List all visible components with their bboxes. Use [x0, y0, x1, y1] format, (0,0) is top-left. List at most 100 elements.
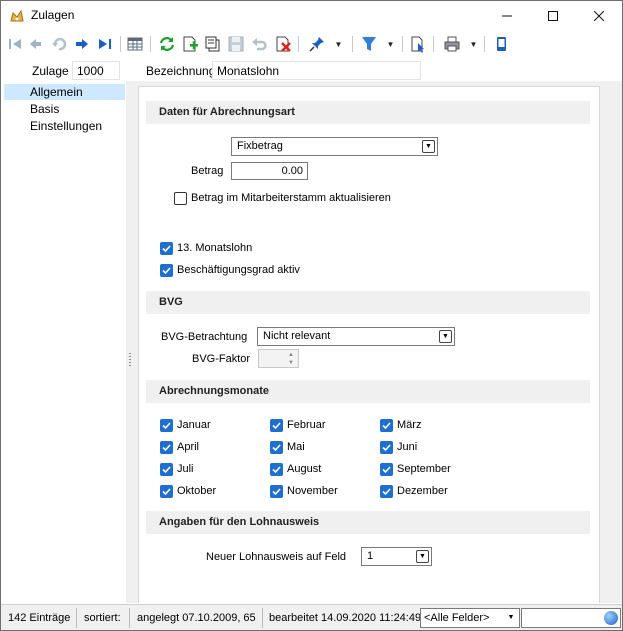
status-edited: bearbeitet 14.09.2020 11:24:49, [269, 612, 420, 624]
print-dropdown-arrow[interactable]: ▼ [469, 34, 478, 54]
window-title: Zulagen [31, 8, 75, 22]
abrechnungsart-select[interactable]: Fixbetrag ▼ [231, 137, 438, 156]
undo-button[interactable] [249, 34, 269, 54]
filter-icon [362, 37, 376, 51]
betrag-label: Betrag [191, 165, 224, 177]
close-button[interactable] [576, 1, 622, 31]
month-checkbox[interactable]: November [270, 483, 338, 499]
status-search-input[interactable] [521, 608, 621, 628]
status-sorted: sortiert: [84, 612, 121, 624]
delete-record-button[interactable] [273, 34, 293, 54]
month-checkbox[interactable]: Dezember [380, 483, 448, 499]
bvg-faktor-spinner[interactable]: ▲ ▼ [258, 349, 299, 368]
checkbox-checked-icon [160, 462, 173, 476]
nav-item-einstellungen[interactable]: Einstellungen [4, 118, 125, 134]
month-label: März [397, 419, 422, 431]
bvg-faktor-label: BVG-Faktor [192, 353, 251, 365]
month-checkbox[interactable]: Februar [270, 417, 326, 433]
checkbox-checked-icon [160, 484, 173, 498]
lohnausweis-feld-value: 1 [367, 550, 374, 562]
vertical-scrollbar[interactable] [602, 81, 622, 603]
last-record-button[interactable] [95, 34, 115, 54]
lohnausweis-feld-label: Neuer Lohnausweis auf Feld [206, 551, 347, 563]
zulage-field[interactable]: 1000 [72, 61, 120, 80]
month-checkbox[interactable]: Mai [270, 439, 305, 455]
bvg-betrachtung-select[interactable]: Nicht relevant ▼ [257, 327, 455, 346]
copy-icon [205, 36, 220, 52]
bvg-betrachtung-label: BVG-Betrachtung [161, 331, 248, 343]
monatslohn13-label: 13. Monatslohn [177, 242, 253, 254]
first-record-button[interactable] [5, 34, 25, 54]
month-label: April [177, 441, 200, 453]
bezeichnung-label: Bezeichnung [146, 64, 216, 78]
beschaeftigungsgrad-label: Beschäftigungsgrad aktiv [177, 264, 300, 276]
save-icon [228, 36, 244, 52]
undo-circle-icon [52, 37, 67, 51]
minimize-icon [502, 15, 512, 17]
month-checkbox[interactable]: August [270, 461, 321, 477]
bezeichnung-field[interactable]: Monatslohn [212, 61, 421, 80]
filter-field-select[interactable]: <Alle Felder> ▼ [420, 608, 520, 628]
toolbar-separator [298, 36, 299, 52]
month-checkbox[interactable]: Juli [160, 461, 194, 477]
splitter[interactable] [126, 81, 134, 603]
month-checkbox[interactable]: März [380, 417, 421, 433]
nav-item-basis[interactable]: Basis [4, 101, 125, 117]
filter-field-value: <Alle Felder> [424, 612, 490, 624]
monatslohn13-checkbox[interactable]: 13. Monatslohn [160, 240, 252, 256]
next-record-button[interactable] [72, 34, 92, 54]
month-checkbox[interactable]: April [160, 439, 199, 455]
document-cursor-icon [411, 36, 424, 53]
spin-up-icon[interactable]: ▲ [285, 351, 297, 359]
minimize-button[interactable] [484, 1, 530, 31]
month-checkbox[interactable]: September [380, 461, 451, 477]
table-icon [127, 37, 143, 51]
checkbox-checked-icon [380, 440, 393, 454]
month-label: Juli [177, 463, 194, 475]
checkbox-checked-icon [270, 462, 283, 476]
month-checkbox[interactable]: Oktober [160, 483, 216, 499]
month-label: November [287, 485, 338, 497]
chevron-down-icon[interactable]: ▼ [505, 612, 517, 624]
chevron-down-icon[interactable]: ▼ [422, 140, 435, 153]
print-button[interactable] [442, 34, 462, 54]
table-view-button[interactable] [125, 34, 145, 54]
chevron-down-icon[interactable]: ▼ [439, 330, 452, 343]
globe-icon[interactable] [604, 611, 618, 625]
copy-record-button[interactable] [203, 34, 223, 54]
section-lohnausweis-header: Angaben für den Lohnausweis [146, 511, 590, 534]
new-document-icon [183, 36, 198, 52]
pin-dropdown-arrow[interactable]: ▼ [334, 34, 343, 54]
betrag-aktualisieren-checkbox[interactable]: Betrag im Mitarbeiterstamm aktualisieren [174, 190, 391, 206]
checkbox-checked-icon [160, 440, 173, 454]
back-button[interactable] [49, 34, 69, 54]
zulage-label: Zulage [32, 64, 69, 78]
previous-record-button[interactable] [26, 34, 46, 54]
first-record-icon [9, 39, 21, 49]
month-checkbox[interactable]: Januar [160, 417, 211, 433]
toolbar-separator [484, 36, 485, 52]
last-record-icon [99, 39, 111, 49]
chevron-down-icon[interactable]: ▼ [416, 550, 429, 563]
nav-item-allgemein[interactable]: Allgemein [4, 84, 125, 100]
beschaeftigungsgrad-checkbox[interactable]: Beschäftigungsgrad aktiv [160, 262, 300, 278]
checkbox-checked-icon [270, 484, 283, 498]
mobile-button[interactable] [491, 34, 511, 54]
checkbox-checked-icon [160, 418, 173, 432]
section-bvg-header: BVG [146, 291, 590, 314]
new-record-button[interactable] [180, 34, 200, 54]
toolbar-separator [150, 36, 151, 52]
refresh-button[interactable] [157, 34, 177, 54]
month-label: September [397, 463, 451, 475]
lohnausweis-feld-select[interactable]: 1 ▼ [361, 547, 432, 566]
filter-button[interactable] [359, 34, 379, 54]
filter-dropdown-arrow[interactable]: ▼ [386, 34, 395, 54]
month-checkbox[interactable]: Juni [380, 439, 417, 455]
pin-button[interactable] [307, 34, 327, 54]
save-button[interactable] [226, 34, 246, 54]
betrag-field[interactable]: 0.00 [231, 162, 308, 180]
month-label: Oktober [177, 485, 217, 497]
select-button[interactable] [408, 34, 428, 54]
spin-down-icon[interactable]: ▼ [285, 359, 297, 367]
maximize-button[interactable] [530, 1, 576, 31]
